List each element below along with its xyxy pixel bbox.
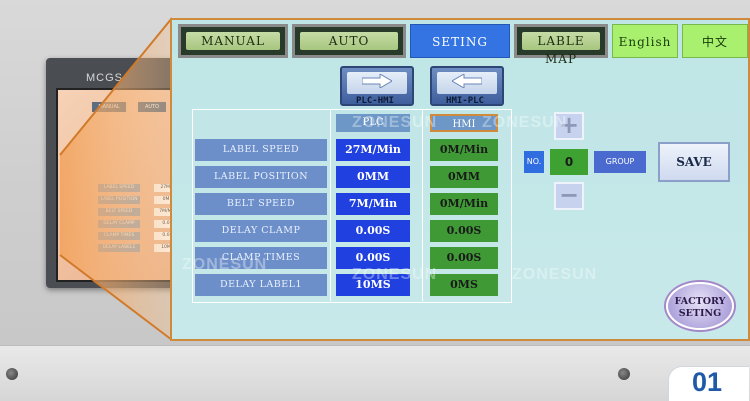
mini-row-label: DELAY LABEL1	[98, 244, 140, 252]
screw-icon	[618, 368, 630, 380]
hmi-value-delay-clamp[interactable]: 0.00S	[430, 220, 498, 242]
mini-row-label: LABEL POSITION	[98, 196, 140, 204]
hmi-value-belt-speed[interactable]: 0M/Min	[430, 193, 498, 215]
plc-value-label-speed: 27M/Min	[336, 139, 410, 161]
page-number: 01	[692, 367, 723, 397]
arrow-left-icon	[452, 74, 482, 88]
tab-manual-label: MANUAL	[186, 32, 280, 50]
save-button[interactable]: SAVE	[658, 142, 730, 182]
hmi-value-label-speed[interactable]: 0M/Min	[430, 139, 498, 161]
plc-to-hmi-label: PLC-HMI	[356, 96, 394, 106]
language-english-button[interactable]: English	[612, 24, 678, 58]
factory-reset-label-line1: FACTORY	[674, 296, 726, 307]
mini-tab-manual: MANUAL	[92, 102, 126, 112]
group-label: GROUP	[594, 151, 646, 173]
hmi-value-clamp-times[interactable]: 0.00S	[430, 247, 498, 269]
language-chinese-button[interactable]: 中文	[682, 24, 748, 58]
tab-lable-map[interactable]: LABLE MAP	[514, 24, 608, 66]
tab-auto-label: AUTO	[300, 32, 398, 50]
watermark: ZONESUN	[182, 256, 268, 273]
hmi-settings-panel: MANUAL AUTO SETING LABLE MAP English 中文 …	[170, 18, 750, 341]
mini-row-label: LABEL SPEED	[98, 184, 140, 192]
hmi-value-label-position[interactable]: 0MM	[430, 166, 498, 188]
watermark: ZONESUN	[352, 114, 438, 131]
plc-value-delay-clamp: 0.00S	[336, 220, 410, 242]
factory-reset-label-line2: SETING	[678, 308, 722, 319]
group-number-label: NO.	[524, 151, 544, 173]
tab-lable-map-label: LABLE MAP	[522, 32, 600, 66]
factory-reset-button[interactable]: FACTORY SETING	[666, 282, 734, 330]
mini-tab-auto: AUTO	[138, 102, 166, 112]
table-divider	[330, 109, 331, 301]
watermark: ZONESUN	[482, 114, 568, 131]
row-label-label-position: LABEL POSITION	[195, 166, 327, 188]
plc-value-label-position: 0MM	[336, 166, 410, 188]
row-label-delay-clamp: DELAY CLAMP	[195, 220, 327, 242]
tab-auto[interactable]: AUTO	[292, 24, 406, 58]
mini-row-label: DELAY CLAMP	[98, 220, 140, 228]
screw-icon	[6, 368, 18, 380]
minus-icon: −	[558, 181, 580, 209]
hmi-value-delay-label1[interactable]: 0MS	[430, 274, 498, 296]
machine-panel-lower-strip	[0, 345, 750, 401]
arrow-right-icon	[362, 74, 392, 88]
tab-seting[interactable]: SETING	[410, 24, 510, 58]
hmi-to-plc-label: HMI-PLC	[446, 96, 484, 106]
tab-manual[interactable]: MANUAL	[178, 24, 288, 58]
watermark: ZONESUN	[512, 266, 598, 283]
row-label-label-speed: LABEL SPEED	[195, 139, 327, 161]
mini-row-label: BELT SPEED	[98, 208, 140, 216]
row-label-belt-speed: BELT SPEED	[195, 193, 327, 215]
mini-row-label: CLAMP TIMES	[98, 232, 140, 240]
row-label-delay-label1: DELAY LABEL1	[195, 274, 327, 296]
group-number-value[interactable]: 0	[550, 149, 588, 175]
group-decrement-button[interactable]: −	[554, 182, 584, 210]
device-brand: MCGS	[86, 72, 123, 84]
watermark: ZONESUN	[352, 266, 438, 283]
plc-value-belt-speed: 7M/Min	[336, 193, 410, 215]
